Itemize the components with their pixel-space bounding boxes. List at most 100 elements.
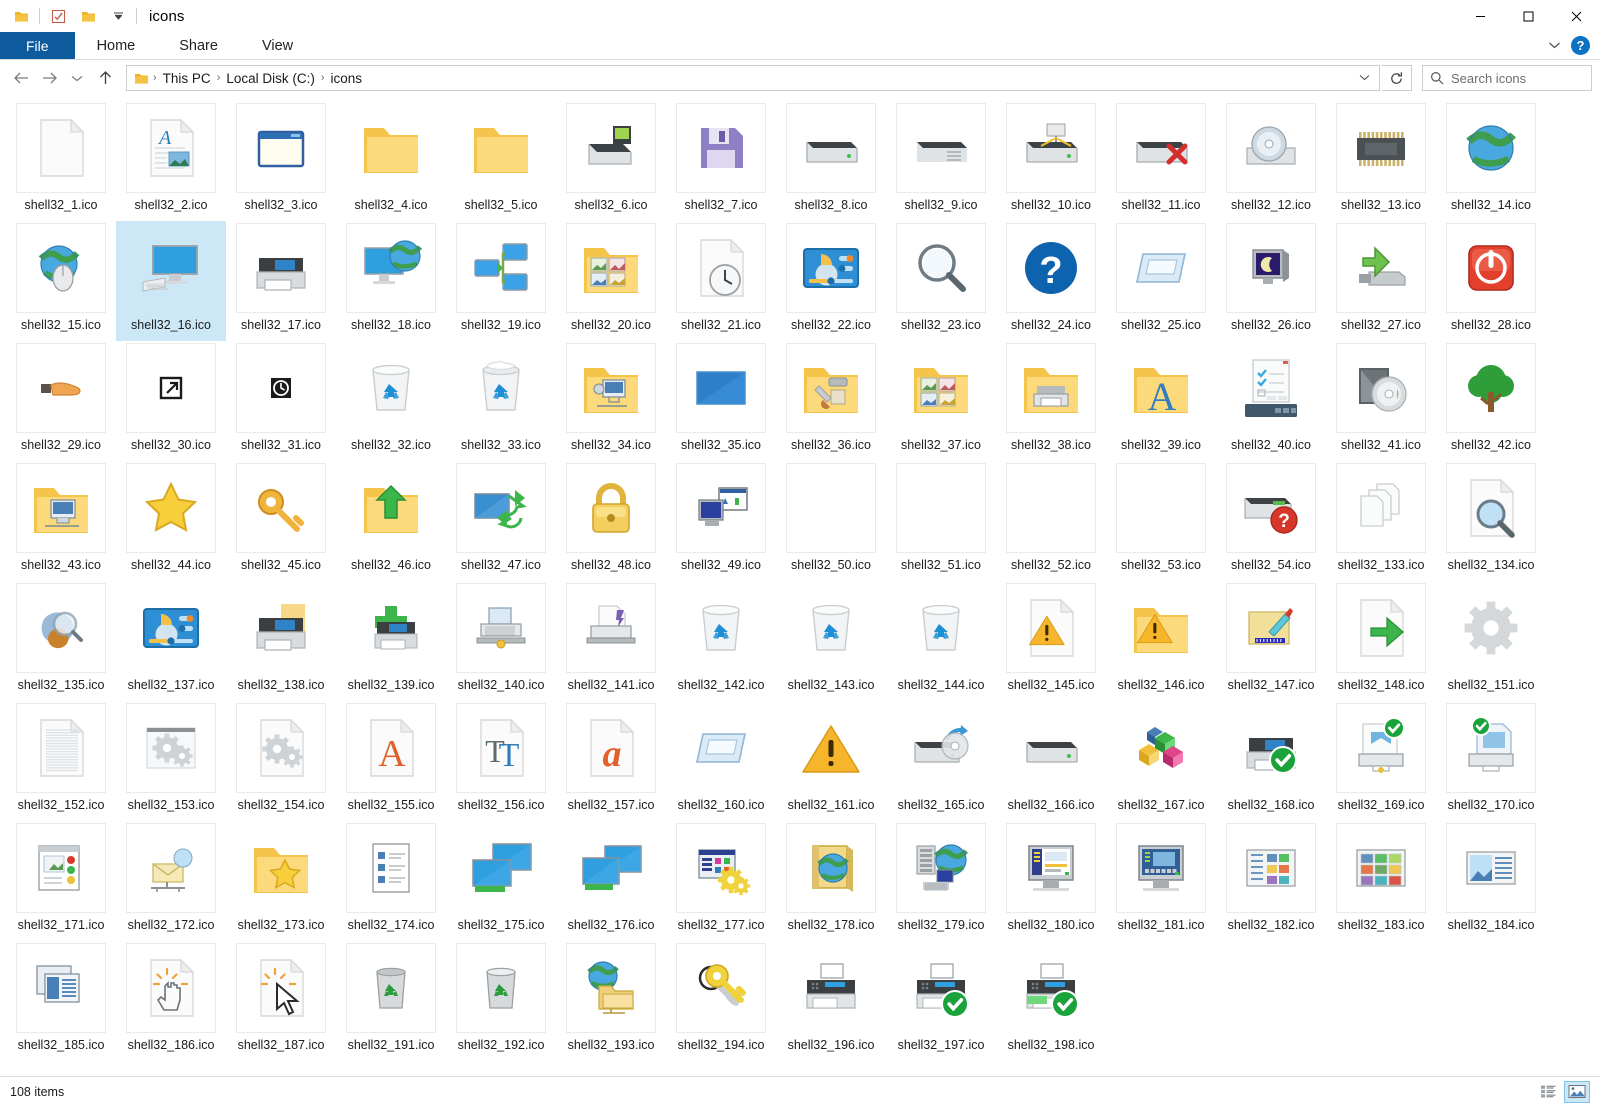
file-item[interactable]: shell32_187.ico bbox=[226, 941, 336, 1061]
file-item[interactable]: shell32_144.ico bbox=[886, 581, 996, 701]
file-item[interactable]: shell32_146.ico bbox=[1106, 581, 1216, 701]
file-item[interactable]: shell32_173.ico bbox=[226, 821, 336, 941]
file-item[interactable]: shell32_171.ico bbox=[6, 821, 116, 941]
tab-view[interactable]: View bbox=[240, 32, 315, 59]
file-item[interactable]: shell32_28.ico bbox=[1436, 221, 1546, 341]
file-item[interactable]: shell32_22.ico bbox=[776, 221, 886, 341]
file-item[interactable]: shell32_35.ico bbox=[666, 341, 776, 461]
file-item[interactable]: shell32_191.ico bbox=[336, 941, 446, 1061]
breadcrumb-item-this-pc[interactable]: This PC bbox=[158, 71, 216, 86]
file-item[interactable]: shell32_3.ico bbox=[226, 101, 336, 221]
file-item[interactable]: shell32_133.ico bbox=[1326, 461, 1436, 581]
folder-icon[interactable] bbox=[6, 1, 36, 31]
chevron-down-icon[interactable] bbox=[1353, 73, 1375, 84]
file-item[interactable]: shell32_168.ico bbox=[1216, 701, 1326, 821]
file-item[interactable]: T T shell32_156.ico bbox=[446, 701, 556, 821]
file-item[interactable]: shell32_7.ico bbox=[666, 101, 776, 221]
file-item[interactable]: shell32_13.ico bbox=[1326, 101, 1436, 221]
maximize-icon[interactable] bbox=[1504, 0, 1552, 32]
file-item[interactable]: shell32_10.ico bbox=[996, 101, 1106, 221]
file-item[interactable]: shell32_53.ico bbox=[1106, 461, 1216, 581]
file-item[interactable]: shell32_1.ico bbox=[6, 101, 116, 221]
file-item[interactable]: ? shell32_54.ico bbox=[1216, 461, 1326, 581]
file-item[interactable]: shell32_15.ico bbox=[6, 221, 116, 341]
file-item[interactable]: shell32_44.ico bbox=[116, 461, 226, 581]
file-item[interactable]: shell32_186.ico bbox=[116, 941, 226, 1061]
tab-file[interactable]: File bbox=[0, 32, 75, 59]
file-item[interactable]: shell32_9.ico bbox=[886, 101, 996, 221]
file-item[interactable]: shell32_174.ico bbox=[336, 821, 446, 941]
file-item[interactable]: shell32_50.ico bbox=[776, 461, 886, 581]
chevron-down-icon[interactable] bbox=[1548, 37, 1561, 55]
file-item[interactable]: Ashell32_39.ico bbox=[1106, 341, 1216, 461]
file-item[interactable]: shell32_19.ico bbox=[446, 221, 556, 341]
file-item[interactable]: shell32_36.ico bbox=[776, 341, 886, 461]
file-item[interactable]: shell32_138.ico bbox=[226, 581, 336, 701]
close-icon[interactable] bbox=[1552, 0, 1600, 32]
file-item[interactable]: shell32_184.ico bbox=[1436, 821, 1546, 941]
properties-icon[interactable] bbox=[43, 1, 73, 31]
file-item[interactable]: shell32_5.ico bbox=[446, 101, 556, 221]
large-icons-view-button[interactable] bbox=[1564, 1080, 1590, 1103]
file-item[interactable]: shell32_51.ico bbox=[886, 461, 996, 581]
file-item[interactable]: shell32_177.ico bbox=[666, 821, 776, 941]
file-item[interactable]: shell32_197.ico bbox=[886, 941, 996, 1061]
file-item[interactable]: shell32_16.ico bbox=[116, 221, 226, 341]
file-item[interactable]: shell32_134.ico bbox=[1436, 461, 1546, 581]
file-item[interactable]: shell32_166.ico bbox=[996, 701, 1106, 821]
file-item[interactable]: shell32_31.ico bbox=[226, 341, 336, 461]
file-item[interactable]: shell32_161.ico bbox=[776, 701, 886, 821]
file-item[interactable]: shell32_153.ico bbox=[116, 701, 226, 821]
file-item[interactable]: shell32_12.ico bbox=[1216, 101, 1326, 221]
file-item[interactable]: Ashell32_2.ico bbox=[116, 101, 226, 221]
file-item[interactable]: shell32_180.ico bbox=[996, 821, 1106, 941]
file-item[interactable]: shell32_179.ico bbox=[886, 821, 996, 941]
recent-locations-button[interactable] bbox=[64, 65, 90, 91]
file-item[interactable]: shell32_33.ico bbox=[446, 341, 556, 461]
details-view-button[interactable] bbox=[1535, 1081, 1561, 1103]
file-item[interactable]: shell32_143.ico bbox=[776, 581, 886, 701]
file-item[interactable]: shell32_49.ico bbox=[666, 461, 776, 581]
file-item[interactable]: shell32_14.ico bbox=[1436, 101, 1546, 221]
file-item[interactable]: shell32_21.ico bbox=[666, 221, 776, 341]
file-item[interactable]: shell32_140.ico bbox=[446, 581, 556, 701]
tab-home[interactable]: Home bbox=[75, 32, 158, 59]
file-item[interactable]: shell32_27.ico bbox=[1326, 221, 1436, 341]
file-item[interactable]: shell32_32.ico bbox=[336, 341, 446, 461]
help-icon[interactable]: ? bbox=[1571, 36, 1590, 55]
up-button[interactable] bbox=[92, 65, 118, 91]
refresh-button[interactable] bbox=[1382, 65, 1412, 91]
file-item[interactable]: shell32_20.ico bbox=[556, 221, 666, 341]
file-item[interactable]: shell32_8.ico bbox=[776, 101, 886, 221]
file-item[interactable]: shell32_160.ico bbox=[666, 701, 776, 821]
file-item[interactable]: shell32_17.ico bbox=[226, 221, 336, 341]
breadcrumb-item-icons[interactable]: icons bbox=[326, 71, 368, 86]
file-item[interactable]: shell32_29.ico bbox=[6, 341, 116, 461]
file-item[interactable]: shell32_175.ico bbox=[446, 821, 556, 941]
file-item[interactable]: shell32_169.ico bbox=[1326, 701, 1436, 821]
file-item[interactable]: shell32_30.ico bbox=[116, 341, 226, 461]
file-item[interactable]: shell32_52.ico bbox=[996, 461, 1106, 581]
file-item[interactable]: shell32_47.ico bbox=[446, 461, 556, 581]
file-item[interactable]: shell32_141.ico bbox=[556, 581, 666, 701]
file-item[interactable]: shell32_147.ico bbox=[1216, 581, 1326, 701]
file-item[interactable]: shell32_40.ico bbox=[1216, 341, 1326, 461]
file-item[interactable]: shell32_135.ico bbox=[6, 581, 116, 701]
file-item[interactable]: shell32_45.ico bbox=[226, 461, 336, 581]
file-item[interactable]: shell32_176.ico bbox=[556, 821, 666, 941]
file-item[interactable]: shell32_42.ico bbox=[1436, 341, 1546, 461]
file-item[interactable]: shell32_137.ico bbox=[116, 581, 226, 701]
file-item[interactable]: shell32_145.ico bbox=[996, 581, 1106, 701]
file-item[interactable]: shell32_182.ico bbox=[1216, 821, 1326, 941]
customize-dropdown-icon[interactable] bbox=[103, 1, 133, 31]
tab-share[interactable]: Share bbox=[157, 32, 240, 59]
breadcrumb[interactable]: › This PC › Local Disk (C:) › icons bbox=[126, 65, 1380, 91]
file-item[interactable]: ? shell32_24.ico bbox=[996, 221, 1106, 341]
back-button[interactable] bbox=[8, 65, 34, 91]
minimize-icon[interactable] bbox=[1456, 0, 1504, 32]
file-item[interactable]: shell32_165.ico bbox=[886, 701, 996, 821]
file-item[interactable]: shell32_172.ico bbox=[116, 821, 226, 941]
file-item[interactable]: shell32_25.ico bbox=[1106, 221, 1216, 341]
file-item[interactable]: shell32_46.ico bbox=[336, 461, 446, 581]
file-item[interactable]: shell32_152.ico bbox=[6, 701, 116, 821]
